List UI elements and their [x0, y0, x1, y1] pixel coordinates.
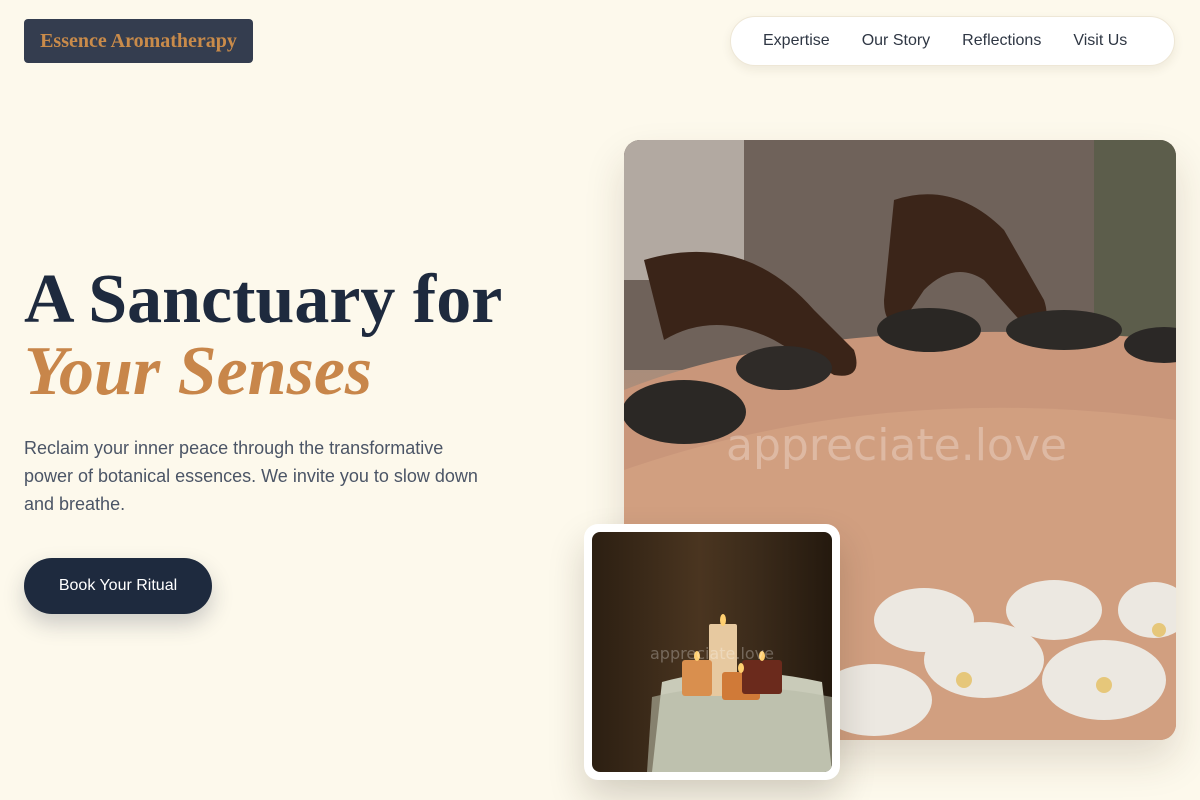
secondary-image-watermark: appreciate.love [650, 644, 774, 663]
nav-item-reflections[interactable]: Reflections [946, 32, 1057, 50]
hero-description: Reclaim your inner peace through the tra… [24, 438, 478, 514]
hero-headline: A Sanctuary for Your Senses [24, 264, 502, 408]
nav-item-visit-us[interactable]: Visit Us [1057, 32, 1143, 50]
book-ritual-button[interactable]: Book Your Ritual [24, 558, 212, 614]
main-image-watermark: appreciate.love [726, 420, 1067, 471]
hero-title-line1: A Sanctuary for [24, 261, 503, 338]
nav-item-expertise[interactable]: Expertise [747, 32, 846, 50]
candles-image: appreciate.love [592, 532, 832, 772]
brand-logo[interactable]: Essence Aromatherapy [24, 19, 253, 63]
candles-photo-card: appreciate.love [584, 524, 840, 780]
nav-item-our-story[interactable]: Our Story [846, 32, 946, 50]
hero-title-line2: Your Senses [24, 333, 373, 410]
main-nav: Expertise Our Story Reflections Visit Us [730, 16, 1175, 66]
